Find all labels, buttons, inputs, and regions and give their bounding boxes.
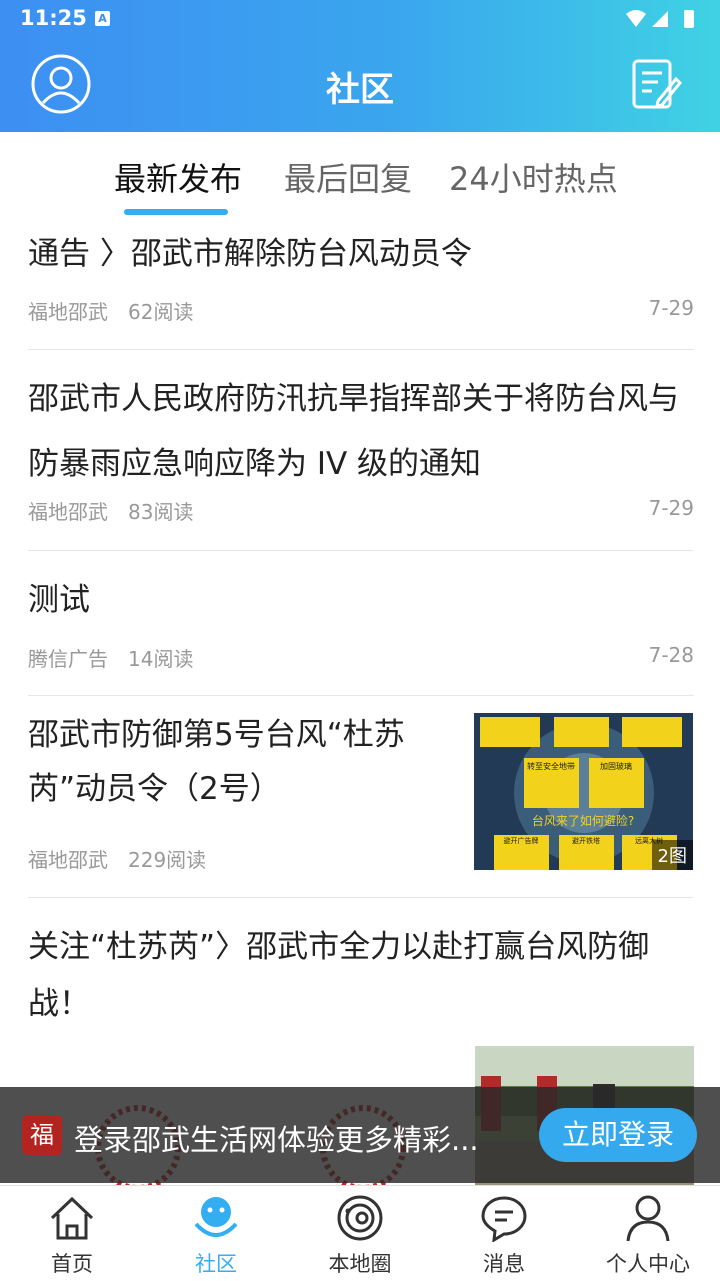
post-reads: 14阅读 bbox=[128, 647, 194, 671]
nav-home[interactable]: 首页 bbox=[0, 1186, 144, 1281]
post-title-line: 邵武市防御第5号台风“杜苏 bbox=[28, 717, 405, 753]
list-item[interactable]: 邵武市人民政府防汛抗旱指挥部关于将防台风与 防暴雨应急响应降为 IV 级的通知 … bbox=[28, 350, 694, 551]
signal-icon bbox=[652, 11, 668, 27]
nav-messages[interactable]: 消息 bbox=[432, 1186, 576, 1281]
post-title-line: 芮”动员令（2号） bbox=[28, 771, 281, 807]
login-button[interactable]: 立即登录 bbox=[539, 1108, 697, 1162]
post-source: 福地邵武 bbox=[28, 848, 108, 872]
local-circle-icon bbox=[337, 1195, 383, 1241]
status-icons bbox=[626, 10, 694, 28]
post-reads: 229阅读 bbox=[128, 848, 207, 872]
poster-label: 加固玻璃 bbox=[600, 761, 632, 771]
app-header: 11:25 A 社区 bbox=[0, 0, 720, 132]
tab-24h-hot[interactable]: 24小时热点 bbox=[449, 154, 618, 200]
compose-button[interactable] bbox=[630, 57, 683, 113]
app-logo-icon: 福 bbox=[22, 1115, 62, 1155]
wifi-icon bbox=[626, 10, 646, 27]
list-item[interactable]: 测试 腾信广告 14阅读 7-28 bbox=[28, 551, 694, 696]
poster-label: 避开广告牌 bbox=[504, 836, 539, 845]
post-source: 腾信广告 bbox=[28, 647, 108, 671]
login-prompt-text: 登录邵武生活网体验更多精彩... bbox=[74, 1123, 479, 1157]
profile-icon bbox=[626, 1195, 670, 1242]
status-time: 11:25 bbox=[20, 6, 87, 30]
post-meta: 福地邵武 62阅读 bbox=[28, 296, 193, 325]
post-source: 福地邵武 bbox=[28, 300, 108, 324]
nav-label: 个人中心 bbox=[606, 1252, 690, 1276]
post-title: 测试 bbox=[28, 582, 90, 618]
post-title: 通告 〉邵武市解除防台风动员令 bbox=[28, 236, 472, 272]
home-icon bbox=[50, 1196, 94, 1240]
post-meta: 福地邵武 83阅读 bbox=[28, 496, 193, 525]
status-bar: 11:25 A bbox=[0, 0, 720, 38]
post-reads: 62阅读 bbox=[128, 300, 194, 324]
post-title-line: 邵武市人民政府防汛抗旱指挥部关于将防台风与 bbox=[28, 381, 679, 417]
post-title-line: 关注“杜苏芮”〉邵武市全力以赴打赢台风防御 bbox=[28, 929, 650, 965]
login-prompt-banner: 福 登录邵武生活网体验更多精彩... 立即登录 bbox=[0, 1087, 720, 1183]
page-title: 社区 bbox=[326, 70, 394, 110]
notification-icon: A bbox=[95, 11, 110, 26]
post-date: 7-29 bbox=[648, 496, 694, 520]
image-count-badge: 2图 bbox=[651, 840, 693, 870]
poster-label: 转至安全地带 bbox=[527, 761, 575, 771]
post-title-line: 防暴雨应急响应降为 IV 级的通知 bbox=[28, 446, 482, 482]
nav-label: 首页 bbox=[51, 1252, 93, 1276]
message-icon bbox=[481, 1196, 527, 1242]
nav-label: 社区 bbox=[195, 1252, 237, 1276]
list-item[interactable]: 邵武市防御第5号台风“杜苏 芮”动员令（2号） 福地邵武 229阅读 转至安全地带… bbox=[28, 696, 694, 898]
post-date: 7-28 bbox=[648, 643, 694, 667]
tab-last-reply[interactable]: 最后回复 bbox=[284, 154, 412, 200]
nav-label: 消息 bbox=[483, 1252, 525, 1276]
tab-latest[interactable]: 最新发布 bbox=[114, 154, 242, 200]
nav-local-circle[interactable]: 本地圈 bbox=[288, 1186, 432, 1281]
post-title-line: 战！ bbox=[28, 986, 90, 1022]
post-thumbnail[interactable]: 转至安全地带 加固玻璃 台风来了如何避险? 避开广告牌 避开铁塔 远离大树 2图 bbox=[474, 713, 693, 870]
post-source: 福地邵武 bbox=[28, 500, 108, 524]
poster-headline: 台风来了如何避险? bbox=[532, 813, 634, 828]
active-tab-indicator bbox=[124, 209, 228, 215]
post-meta: 腾信广告 14阅读 bbox=[28, 643, 193, 672]
bottom-navigation: 首页 社区 本地圈 消息 个人中心 bbox=[0, 1185, 720, 1280]
post-meta: 福地邵武 229阅读 bbox=[28, 844, 206, 873]
list-item[interactable]: 通告 〉邵武市解除防台风动员令 福地邵武 62阅读 7-29 bbox=[28, 218, 694, 350]
poster-label: 避开铁塔 bbox=[572, 836, 600, 845]
nav-label: 本地圈 bbox=[328, 1252, 392, 1276]
post-reads: 83阅读 bbox=[128, 500, 194, 524]
community-icon bbox=[194, 1197, 238, 1237]
battery-icon bbox=[684, 10, 694, 28]
post-date: 7-29 bbox=[648, 296, 694, 320]
tab-bar: 最新发布 最后回复 24小时热点 bbox=[0, 132, 720, 218]
nav-community[interactable]: 社区 bbox=[144, 1186, 288, 1281]
compose-icon bbox=[632, 59, 683, 109]
nav-profile[interactable]: 个人中心 bbox=[576, 1186, 720, 1281]
